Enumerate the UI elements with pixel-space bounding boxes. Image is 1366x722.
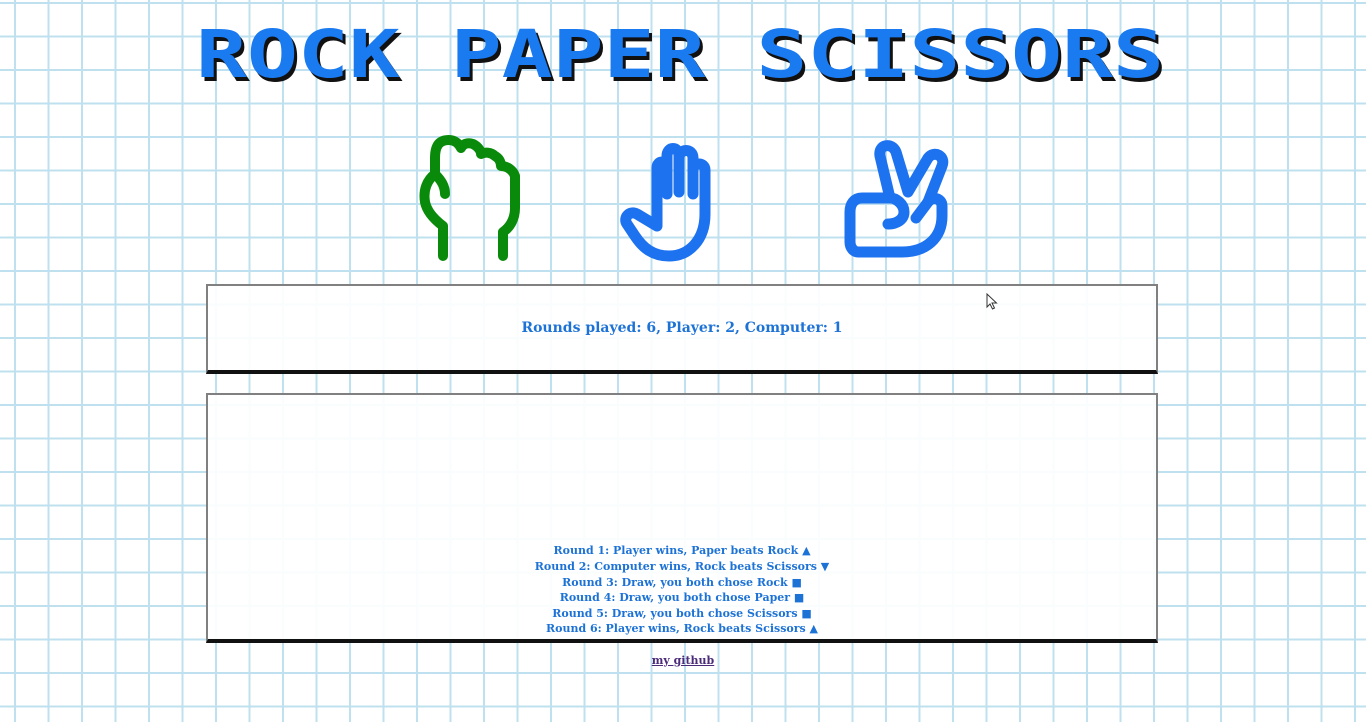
page-title-text: ROCK PAPER SCISSORS — [196, 26, 1164, 93]
score-text: Rounds played: 6, Player: 2, Computer: 1 — [521, 320, 843, 336]
log-line-round-2: Round 2: Computer wins, Rock beats Sciss… — [534, 560, 830, 574]
log-line-round-6: Round 6: Player wins, Rock beats Scissor… — [546, 622, 818, 636]
scissors-button[interactable] — [832, 128, 962, 268]
score-panel: Rounds played: 6, Player: 2, Computer: 1 — [206, 284, 1158, 374]
log-line-round-5: Round 5: Draw, you both chose Scissors ■ — [552, 606, 812, 620]
round-log-panel: Round 1: Player wins, Paper beats Rock ▲… — [206, 393, 1158, 643]
choice-buttons — [0, 128, 1366, 268]
open-hand-icon — [620, 143, 711, 262]
rock-button[interactable] — [405, 128, 535, 268]
github-link[interactable]: my github — [652, 654, 715, 667]
mouse-cursor-icon — [986, 293, 998, 310]
log-line-round-3: Round 3: Draw, you both chose Rock ■ — [562, 575, 802, 589]
peace-hand-icon — [844, 140, 949, 258]
fist-icon — [419, 135, 520, 261]
log-line-round-4: Round 4: Draw, you both chose Paper ■ — [559, 591, 805, 605]
page-title: ROCK PAPER SCISSORS ROCK PAPER SCISSORS — [0, 26, 1366, 96]
footer: my github — [0, 654, 1366, 667]
log-line-round-1: Round 1: Player wins, Paper beats Rock ▲ — [553, 544, 811, 558]
paper-button[interactable] — [615, 128, 745, 268]
